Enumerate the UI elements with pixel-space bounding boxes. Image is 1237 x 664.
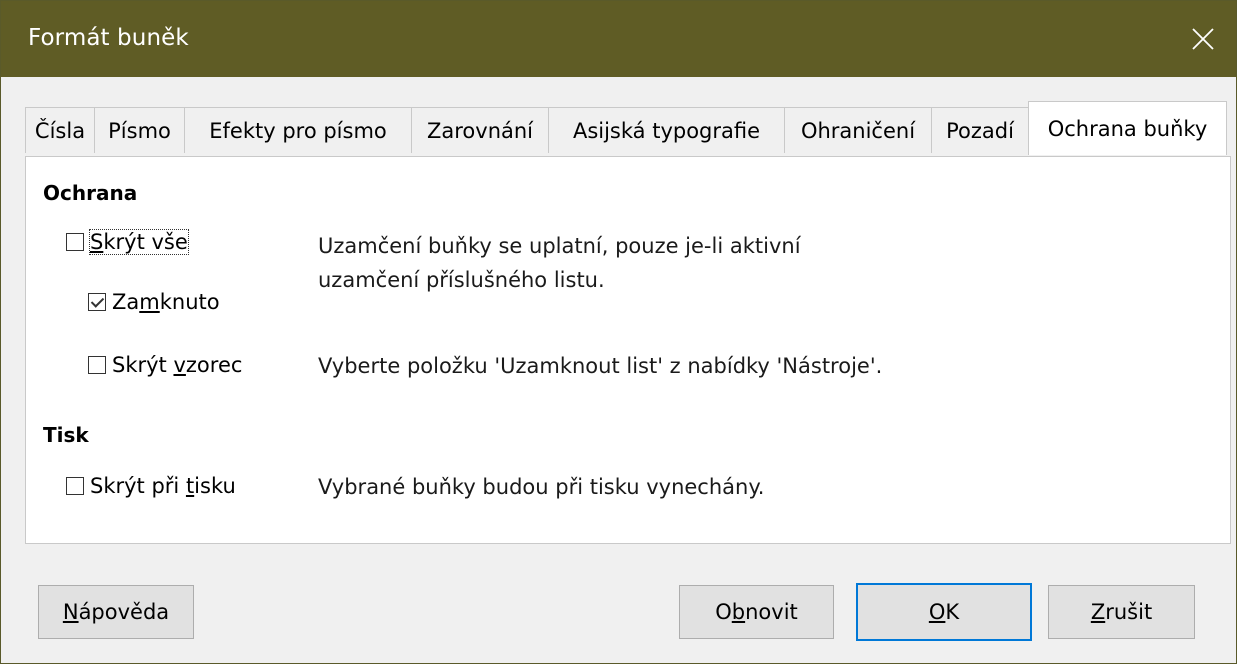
reset-button[interactable]: Ob novit [679, 585, 834, 639]
desc-line: uzamčení příslušného listu. [318, 268, 605, 292]
cancel-button[interactable]: Zrušit [1048, 585, 1195, 639]
title-bar: Formát buněk [1, 1, 1236, 77]
checkbox-box[interactable] [88, 356, 106, 374]
help-button[interactable]: Nápověda [38, 585, 194, 639]
close-icon[interactable] [1170, 1, 1236, 77]
checkbox-box[interactable] [66, 477, 84, 495]
print-heading: Tisk [43, 423, 89, 447]
hide-all-checkbox[interactable]: Skrýt vše [66, 229, 189, 255]
hide-formula-label: Skrýt vzorec [112, 353, 243, 377]
print-description: Vybrané buňky budou při tisku vynechány. [318, 475, 765, 499]
checkbox-box-checked[interactable] [88, 293, 106, 311]
tab-panel: Ochrana Skrýt vše Zamknuto Skrýt vzorec … [25, 156, 1231, 544]
ok-button[interactable]: OK [856, 583, 1032, 641]
locked-label: Zamknuto [112, 290, 220, 314]
hide-print-label: Skrýt při tisku [90, 474, 236, 498]
checkbox-box[interactable] [66, 233, 84, 251]
tab-cell-protection[interactable]: Ochrana buňky [1028, 101, 1227, 155]
protection-heading: Ochrana [43, 181, 138, 205]
tab-background[interactable]: Pozadí [931, 107, 1029, 153]
protection-description: Uzamčení buňky se uplatní, pouze je-li a… [318, 229, 801, 297]
hide-when-printing-checkbox[interactable]: Skrýt při tisku [66, 474, 236, 498]
tab-font[interactable]: Písmo [94, 107, 185, 153]
tab-font-effects[interactable]: Efekty pro písmo [184, 107, 412, 153]
protection-hint: Vyberte položku 'Uzamknout list' z nabíd… [318, 354, 883, 378]
tab-alignment[interactable]: Zarovnání [411, 107, 549, 153]
dialog-title: Formát buněk [28, 25, 189, 51]
format-cells-dialog: Formát buněk Čísla Písmo Efekty pro písm… [0, 0, 1237, 664]
tab-borders[interactable]: Ohraničení [784, 107, 932, 153]
hide-all-label: Skrýt vše [89, 229, 189, 255]
desc-line: Uzamčení buňky se uplatní, pouze je-li a… [318, 234, 801, 258]
hide-formula-checkbox[interactable]: Skrýt vzorec [88, 353, 242, 377]
locked-checkbox[interactable]: Zamknuto [88, 290, 220, 314]
tab-numbers[interactable]: Čísla [25, 107, 95, 153]
tab-asian-typography[interactable]: Asijská typografie [548, 107, 785, 153]
